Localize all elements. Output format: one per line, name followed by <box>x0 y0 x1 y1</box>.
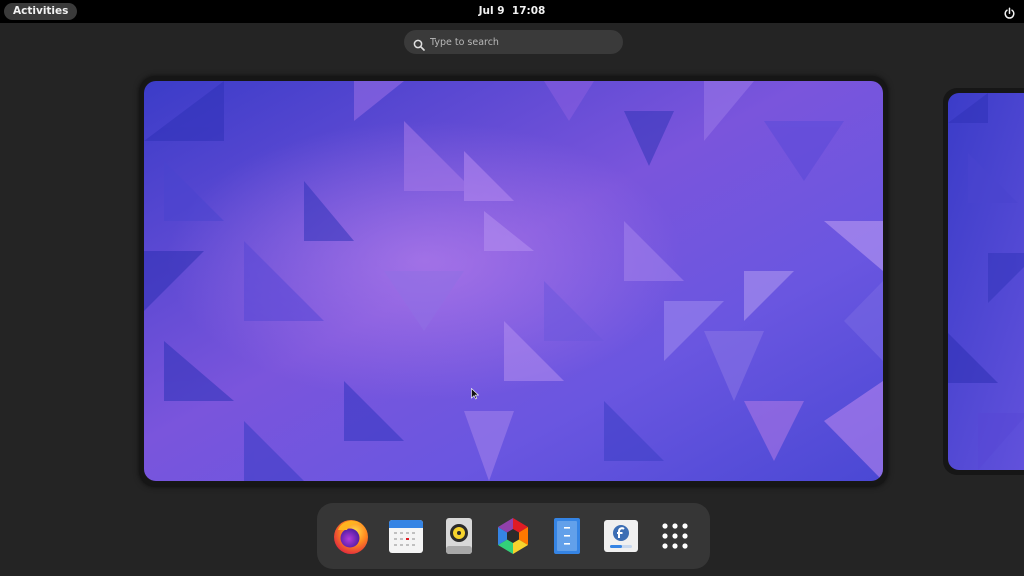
firefox-icon[interactable] <box>331 516 371 556</box>
app-grid-icon[interactable] <box>655 516 695 556</box>
top-bar: Activities Jul 9 17:08 <box>0 0 1024 23</box>
clock: Jul 9 17:08 <box>0 0 1024 23</box>
fedora-media-writer-icon[interactable] <box>601 516 641 556</box>
search-icon <box>413 36 425 51</box>
power-icon[interactable] <box>1003 5 1016 19</box>
mouse-cursor-icon <box>471 388 479 400</box>
clock-time[interactable]: 17:08 <box>512 5 545 17</box>
wallpaper-next <box>948 93 1024 470</box>
activities-button[interactable]: Activities <box>4 3 78 20</box>
search-input[interactable] <box>430 33 615 51</box>
clock-date[interactable]: Jul 9 <box>479 5 505 17</box>
files-icon[interactable] <box>547 516 587 556</box>
workspace-next[interactable] <box>943 88 1024 475</box>
workspace-current[interactable] <box>139 76 888 487</box>
search-bar[interactable] <box>404 30 623 54</box>
software-icon[interactable] <box>493 516 533 556</box>
wallpaper <box>144 81 883 481</box>
dock <box>317 503 710 569</box>
calendar-icon[interactable] <box>386 516 426 556</box>
rhythmbox-icon[interactable] <box>439 516 479 556</box>
